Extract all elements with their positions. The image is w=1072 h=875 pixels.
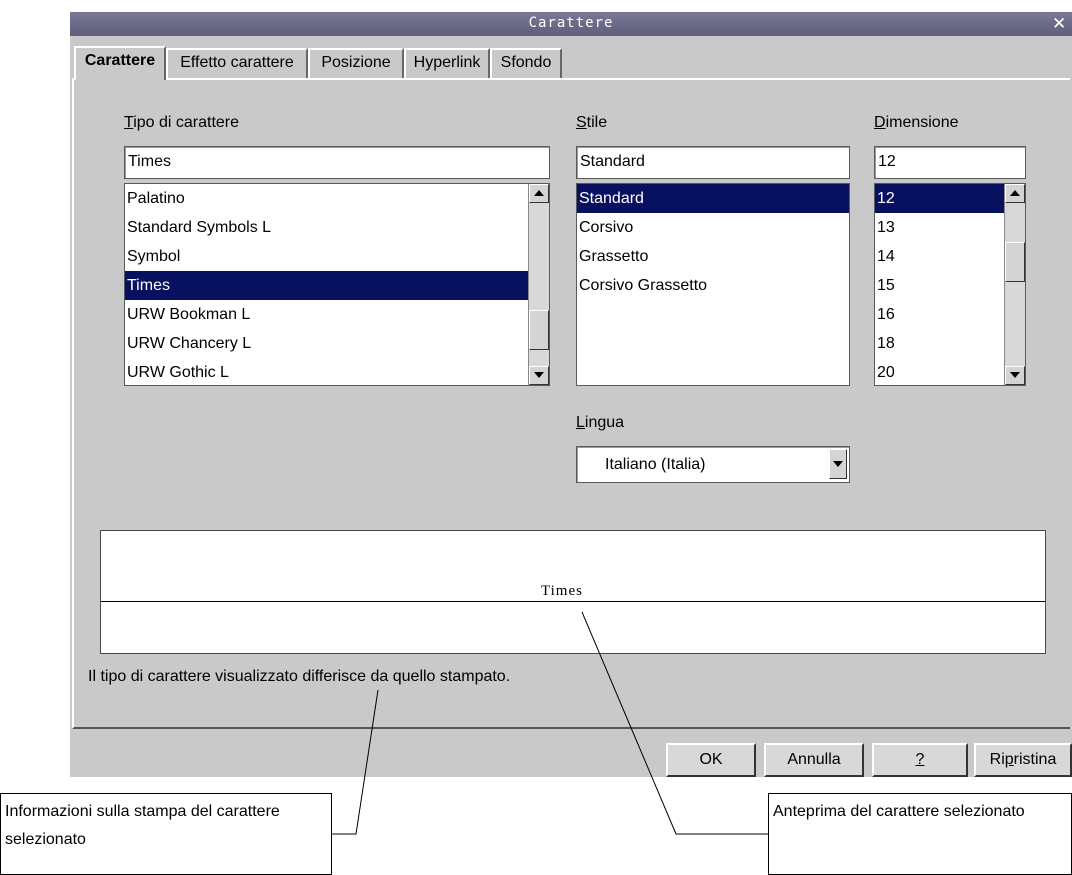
print-info-leader-line [330, 689, 379, 835]
tab-carattere[interactable]: Carattere [74, 46, 166, 80]
callout-lines [330, 611, 770, 835]
print-info-callout: Informazioni sulla stampa del carattere … [0, 793, 332, 875]
preview-callout: Anteprima del carattere selezionato [768, 793, 1072, 875]
preview-leader-line [581, 611, 770, 835]
